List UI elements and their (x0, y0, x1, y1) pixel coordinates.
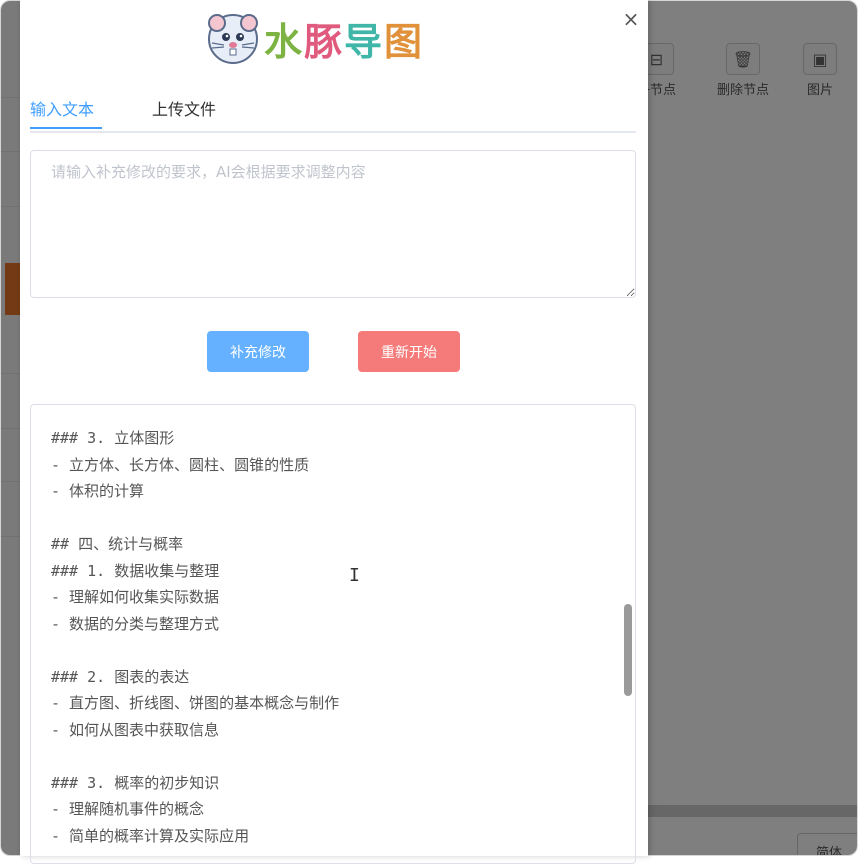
generated-outline-box[interactable]: ### 3. 立体图形 - 立方体、长方体、圆柱、圆锥的性质 - 体积的计算 ## 四… (30, 404, 636, 864)
outline-line (51, 743, 615, 770)
brand-char: 图 (384, 19, 425, 64)
outline-text: ### 3. 立体图形 - 立方体、长方体、圆柱、圆锥的性质 - 体积的计算 ## 四… (51, 425, 615, 849)
outline-line: ## 四、统计与概率 (51, 535, 184, 553)
input-mode-tabs: 输入文本 上传文件 (30, 86, 636, 133)
rat-mascot-icon (208, 14, 258, 64)
outline-line: ### 3. 立体图形 (51, 429, 175, 447)
outline-line: - 体积的计算 (51, 482, 145, 500)
app-logo: 水豚导图 (206, 10, 424, 66)
active-tab-indicator (30, 127, 102, 129)
outline-line: - 数据的分类与整理方式 (51, 614, 220, 633)
outline-line (51, 505, 615, 532)
requirement-input[interactable] (30, 150, 636, 298)
brand-char: 豚 (304, 19, 345, 64)
outline-line (51, 637, 615, 664)
tab-upload-file[interactable]: 上传文件 (152, 96, 216, 120)
output-scrollbar[interactable] (624, 604, 632, 696)
ai-generate-panel: × 水豚导图 输入文本 上传文件 补充修改 重新开始 ### 3. 立体图形 - … (20, 0, 648, 864)
outline-line: ### 1. 数据收集与整理 (51, 561, 220, 580)
outline-line: - 如何从图表中获取信息 (51, 720, 220, 739)
outline-line: ### 2. 图表的表达 (51, 667, 190, 686)
text-cursor-icon: I (349, 565, 360, 586)
outline-line: - 简单的概率计算及实际应用 (51, 826, 250, 845)
outline-line: - 理解随机事件的概念 (51, 800, 205, 818)
outline-line: - 理解如何收集实际数据 (51, 588, 220, 606)
outline-line: ### 3. 概率的初步知识 (51, 773, 220, 792)
close-icon[interactable]: × (620, 8, 642, 30)
outline-line: - 直方图、折线图、饼图的基本概念与制作 (51, 694, 340, 712)
brand-name: 水豚导图 (264, 11, 424, 66)
outline-line: - 立方体、长方体、圆柱、圆锥的性质 (51, 455, 310, 474)
brand-char: 水 (264, 19, 305, 64)
tab-input-text[interactable]: 输入文本 (30, 96, 94, 120)
supplement-button[interactable]: 补充修改 (207, 331, 309, 372)
brand-char: 导 (344, 19, 385, 64)
restart-button[interactable]: 重新开始 (358, 331, 460, 372)
